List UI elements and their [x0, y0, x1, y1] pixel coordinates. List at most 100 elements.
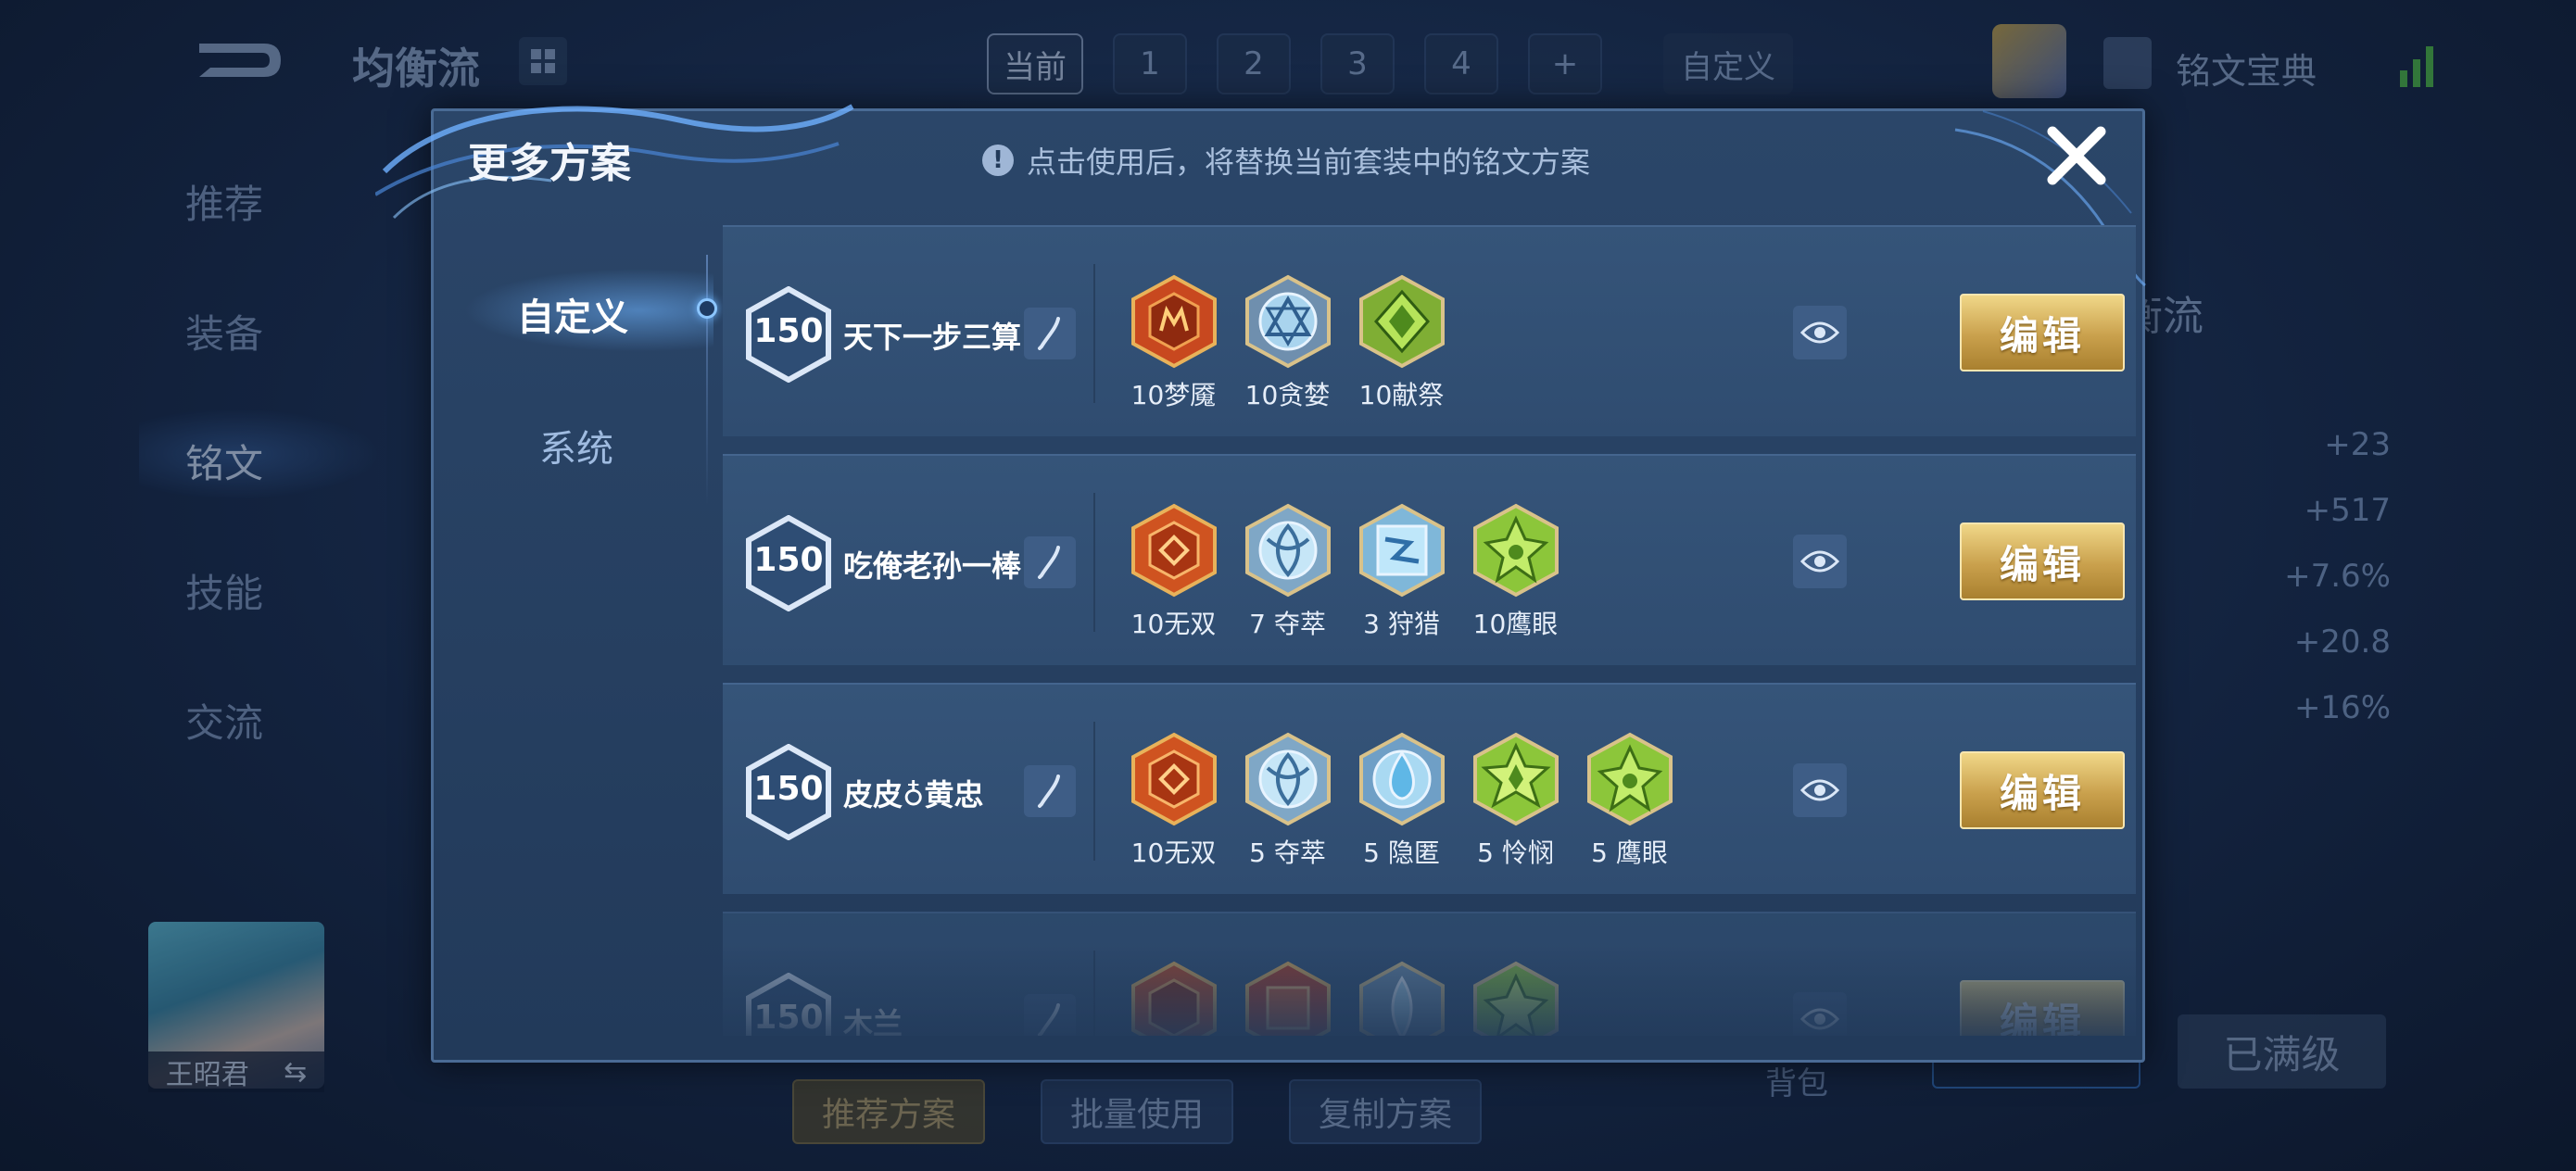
stat-value: +20.8	[2293, 623, 2391, 661]
plan-level: 150	[753, 541, 824, 579]
bottom-buttons: 推荐方案 批量使用 复制方案	[792, 1079, 1483, 1144]
blue-rune-icon	[1244, 502, 1332, 598]
stat-value: +517	[2304, 492, 2391, 529]
red-rune-icon	[1130, 273, 1219, 370]
plan-level: 150	[753, 312, 824, 350]
rune-item: 5 夺萃	[1231, 731, 1345, 870]
divider	[1093, 493, 1095, 632]
rune-label: 10鹰眼	[1472, 609, 1559, 639]
notice-text: 点击使用后，将替换当前套装中的铭文方案	[1027, 145, 1591, 180]
notice: ! 点击使用后，将替换当前套装中的铭文方案	[982, 139, 1590, 182]
rename-pencil-icon[interactable]	[1024, 765, 1076, 817]
rune-item	[1458, 960, 1572, 1036]
plan-name: 木兰	[843, 1006, 903, 1036]
green-rune-icon	[1471, 731, 1560, 827]
edit-button[interactable]: 编辑	[1960, 523, 2125, 600]
add-slot-button[interactable]: +	[1528, 33, 1602, 94]
eye-icon[interactable]	[1793, 763, 1847, 817]
custom-button[interactable]: 自定义	[1663, 33, 1793, 94]
rune-label: 10献祭	[1358, 380, 1445, 410]
rune-item: 3 狩猎	[1345, 502, 1458, 641]
plan-row[interactable]: 150 木兰 编辑	[723, 912, 2136, 1036]
edit-button[interactable]: 编辑	[1960, 980, 2125, 1036]
tab-custom[interactable]: 自定义	[517, 287, 628, 341]
close-icon[interactable]	[2043, 122, 2110, 189]
rune-item: 5 鹰眼	[1572, 731, 1686, 870]
rune-list: 10无双 5 夺萃 5 隐匿 5 怜悯 5 鹰眼	[1117, 731, 1686, 870]
rune-item: 5 怜悯	[1458, 731, 1572, 870]
swap-icon[interactable]: ⇆	[284, 1056, 307, 1089]
rune-item: 10无双	[1117, 731, 1231, 870]
green-rune-icon	[1357, 273, 1446, 370]
rune-item: 5 隐匿	[1345, 731, 1458, 870]
slot-tabs: 当前 1 2 3 4 +	[987, 33, 1602, 94]
event-icon[interactable]	[1992, 24, 2066, 98]
copy-plan-button[interactable]: 复制方案	[1289, 1079, 1483, 1144]
rune-label: 5 隐匿	[1363, 837, 1440, 868]
stat-value: +7.6%	[2284, 558, 2391, 595]
nav-item-exchange[interactable]: 交流	[185, 692, 263, 749]
rune-item	[1231, 960, 1345, 1036]
red-rune-icon	[1244, 960, 1332, 1036]
edit-button[interactable]: 编辑	[1960, 751, 2125, 829]
eye-icon[interactable]	[1793, 992, 1847, 1036]
blue-rune-icon	[1244, 273, 1332, 370]
rename-pencil-icon[interactable]	[1024, 308, 1076, 359]
rune-list: 10梦魇 10贪婪 10献祭	[1117, 273, 1458, 412]
edit-button[interactable]: 编辑	[1960, 294, 2125, 371]
plan-name: 皮皮♁黄忠	[843, 777, 984, 812]
rune-item: 10献祭	[1345, 273, 1458, 412]
slot-tab-current[interactable]: 当前	[987, 33, 1083, 94]
rune-label: 10贪婪	[1244, 380, 1331, 410]
codex-icon[interactable]	[2103, 37, 2152, 89]
plan-row[interactable]: 150 吃俺老孙一棒 10无双 7 夺萃 3 狩猎 10鹰眼 编辑	[723, 454, 2136, 665]
hero-name-bar[interactable]: 王昭君 ⇆	[148, 1051, 324, 1092]
rune-item: 10无双	[1117, 502, 1231, 641]
back-icon[interactable]	[181, 32, 287, 88]
rune-item	[1345, 960, 1458, 1036]
eye-icon[interactable]	[1793, 306, 1847, 359]
rename-pencil-icon[interactable]	[1024, 994, 1076, 1036]
batch-use-button[interactable]: 批量使用	[1041, 1079, 1234, 1144]
rune-label: 10无双	[1130, 609, 1217, 639]
rune-label: 10无双	[1130, 837, 1217, 868]
slot-tab-1[interactable]: 1	[1113, 33, 1187, 94]
plan-name: 吃俺老孙一棒	[843, 548, 1022, 584]
plan-row[interactable]: 150 天下一步三算 10梦魇 10贪婪 10献祭 编辑	[723, 225, 2136, 436]
stat-value: +16%	[2293, 689, 2391, 726]
divider	[1093, 264, 1095, 403]
slot-tab-3[interactable]: 3	[1320, 33, 1395, 94]
nav-item-recommend[interactable]: 推荐	[185, 173, 263, 230]
tab-system[interactable]: 系统	[539, 419, 613, 472]
plan-row[interactable]: 150 皮皮♁黄忠 10无双 5 夺萃 5 隐匿 5 怜悯 5 鹰眼 编辑	[723, 683, 2136, 894]
red-rune-icon	[1130, 960, 1219, 1036]
slot-tab-4[interactable]: 4	[1424, 33, 1498, 94]
codex-label[interactable]: 铭文宝典	[2176, 43, 2317, 94]
info-icon: !	[982, 145, 1014, 176]
rename-pencil-icon[interactable]	[1024, 536, 1076, 588]
nav-item-runes[interactable]: 铭文	[185, 433, 263, 489]
recommend-plan-button[interactable]: 推荐方案	[792, 1079, 986, 1144]
green-rune-icon	[1471, 960, 1560, 1036]
plan-level: 150	[753, 770, 824, 808]
rune-list: 10无双 7 夺萃 3 狩猎 10鹰眼	[1117, 502, 1572, 641]
backpack-label[interactable]: 背包	[1765, 1058, 1828, 1103]
plan-list[interactable]: 150 天下一步三算 10梦魇 10贪婪 10献祭 编辑 150 吃俺老孙一棒 …	[723, 225, 2136, 1036]
slot-tab-2[interactable]: 2	[1217, 33, 1291, 94]
eye-icon[interactable]	[1793, 535, 1847, 588]
maxed-button[interactable]: 已满级	[2178, 1014, 2386, 1089]
side-divider	[706, 255, 708, 505]
red-rune-icon	[1130, 502, 1219, 598]
rune-list	[1117, 960, 1572, 1036]
nav-item-skills[interactable]: 技能	[185, 562, 263, 619]
rune-label: 5 怜悯	[1477, 837, 1554, 868]
rune-item	[1117, 960, 1231, 1036]
grid-icon[interactable]	[519, 37, 567, 85]
nav-item-equipment[interactable]: 装备	[185, 303, 263, 359]
divider	[1093, 951, 1095, 1036]
stat-list: +23 +517 +7.6% +20.8 +16%	[2242, 426, 2391, 755]
blue-rune-icon	[1244, 731, 1332, 827]
blue-rune-icon	[1357, 731, 1446, 827]
rune-label: 3 狩猎	[1363, 609, 1440, 639]
divider	[1093, 722, 1095, 861]
